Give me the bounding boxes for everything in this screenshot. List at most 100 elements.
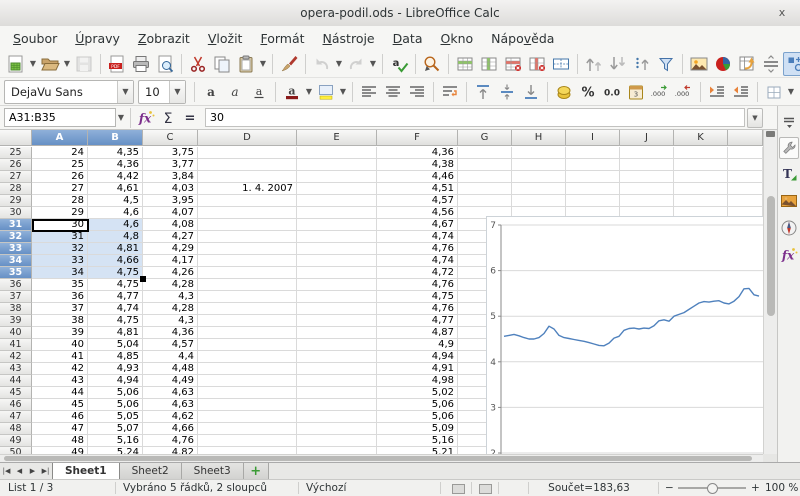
row-header-39[interactable]: 39 bbox=[0, 315, 32, 327]
cell-C29[interactable]: 3,95 bbox=[143, 195, 198, 207]
cell-A34[interactable]: 33 bbox=[32, 255, 88, 267]
new-document-button[interactable] bbox=[4, 52, 28, 76]
cell-L29[interactable] bbox=[728, 195, 763, 207]
center-vertically-button[interactable] bbox=[495, 80, 519, 104]
tab-nav-next-button[interactable]: ▶ bbox=[26, 463, 39, 479]
cell-C42[interactable]: 4,4 bbox=[143, 351, 198, 363]
menu-vložit[interactable]: Vložit bbox=[199, 28, 252, 49]
insert-chart-button[interactable] bbox=[711, 52, 735, 76]
cell-E31[interactable] bbox=[297, 219, 377, 231]
align-right-button[interactable] bbox=[405, 80, 429, 104]
sheet-tab-sheet1[interactable]: Sheet1 bbox=[52, 463, 120, 479]
cell-C31[interactable]: 4,08 bbox=[143, 219, 198, 231]
signature-status-icon[interactable] bbox=[479, 484, 492, 494]
insert-column-button[interactable] bbox=[477, 52, 501, 76]
spelling-button[interactable]: a bbox=[387, 52, 411, 76]
menu-soubor[interactable]: Soubor bbox=[4, 28, 66, 49]
insert-image-button[interactable] bbox=[687, 52, 711, 76]
sidebar-navigator-button[interactable] bbox=[779, 216, 799, 240]
cell-J27[interactable] bbox=[620, 171, 674, 183]
cell-E43[interactable] bbox=[297, 363, 377, 375]
row-header-45[interactable]: 45 bbox=[0, 387, 32, 399]
insert-mode-icon[interactable] bbox=[452, 484, 465, 494]
name-box-dropdown-icon[interactable]: ▼ bbox=[116, 106, 126, 130]
cell-D33[interactable] bbox=[198, 243, 297, 255]
cell-D28[interactable]: 1. 4. 2007 bbox=[198, 183, 297, 195]
highlight-color-button[interactable] bbox=[314, 80, 338, 104]
cell-C37[interactable]: 4,3 bbox=[143, 291, 198, 303]
cell-F50[interactable]: 5,21 bbox=[377, 447, 458, 454]
cell-B41[interactable]: 5,04 bbox=[88, 339, 143, 351]
horizontal-scrollbar-thumb[interactable] bbox=[4, 456, 752, 461]
col-header-C[interactable]: C bbox=[143, 130, 198, 146]
cell-A36[interactable]: 35 bbox=[32, 279, 88, 291]
cell-F45[interactable]: 5,02 bbox=[377, 387, 458, 399]
menu-formát[interactable]: Formát bbox=[251, 28, 313, 49]
cell-F37[interactable]: 4,75 bbox=[377, 291, 458, 303]
cell-C25[interactable]: 3,75 bbox=[143, 147, 198, 159]
redo-button[interactable] bbox=[344, 52, 368, 76]
font-size-combobox[interactable]: 10▼ bbox=[138, 80, 186, 104]
draw-functions-button[interactable] bbox=[783, 52, 800, 76]
cell-A46[interactable]: 45 bbox=[32, 399, 88, 411]
cell-A39[interactable]: 38 bbox=[32, 315, 88, 327]
cell-C36[interactable]: 4,28 bbox=[143, 279, 198, 291]
borders-button[interactable] bbox=[762, 80, 786, 104]
cell-H25[interactable] bbox=[512, 147, 566, 159]
cell-G25[interactable] bbox=[458, 147, 512, 159]
add-decimal-button[interactable]: .000 bbox=[648, 80, 672, 104]
row-header-49[interactable]: 49 bbox=[0, 435, 32, 447]
sidebar-properties-button[interactable] bbox=[779, 137, 799, 159]
cell-B25[interactable]: 4,35 bbox=[88, 147, 143, 159]
cell-C34[interactable]: 4,17 bbox=[143, 255, 198, 267]
cell-D27[interactable] bbox=[198, 171, 297, 183]
row-header-42[interactable]: 42 bbox=[0, 351, 32, 363]
cell-B44[interactable]: 4,94 bbox=[88, 375, 143, 387]
cell-F30[interactable]: 4,56 bbox=[377, 207, 458, 219]
cell-J25[interactable] bbox=[620, 147, 674, 159]
horizontal-scrollbar[interactable] bbox=[0, 454, 763, 462]
row-header-30[interactable]: 30 bbox=[0, 207, 32, 219]
cell-A48[interactable]: 47 bbox=[32, 423, 88, 435]
cell-F44[interactable]: 4,98 bbox=[377, 375, 458, 387]
copy-button[interactable] bbox=[210, 52, 234, 76]
delete-column-button[interactable] bbox=[525, 52, 549, 76]
cell-B45[interactable]: 5,06 bbox=[88, 387, 143, 399]
increase-indent-button[interactable] bbox=[705, 80, 729, 104]
sort-ascending-button[interactable] bbox=[582, 52, 606, 76]
cell-K25[interactable] bbox=[674, 147, 728, 159]
paste-button[interactable] bbox=[234, 52, 258, 76]
add-sheet-button[interactable]: + bbox=[244, 463, 269, 479]
cell-E45[interactable] bbox=[297, 387, 377, 399]
col-header-I[interactable]: I bbox=[566, 130, 620, 146]
cell-F34[interactable]: 4,74 bbox=[377, 255, 458, 267]
row-header-34[interactable]: 34 bbox=[0, 255, 32, 267]
format-currency-button[interactable] bbox=[552, 80, 576, 104]
col-header-D[interactable]: D bbox=[198, 130, 297, 146]
cell-C49[interactable]: 4,76 bbox=[143, 435, 198, 447]
split-window-handle[interactable] bbox=[766, 131, 775, 137]
cell-L25[interactable] bbox=[728, 147, 763, 159]
cell-E35[interactable] bbox=[297, 267, 377, 279]
cell-A47[interactable]: 46 bbox=[32, 411, 88, 423]
cell-B30[interactable]: 4,6 bbox=[88, 207, 143, 219]
cell-E32[interactable] bbox=[297, 231, 377, 243]
cell-C28[interactable]: 4,03 bbox=[143, 183, 198, 195]
cell-E28[interactable] bbox=[297, 183, 377, 195]
cell-B34[interactable]: 4,66 bbox=[88, 255, 143, 267]
sum-button[interactable]: Σ bbox=[157, 107, 179, 129]
col-header-H[interactable]: H bbox=[512, 130, 566, 146]
cell-G27[interactable] bbox=[458, 171, 512, 183]
cell-B48[interactable]: 5,07 bbox=[88, 423, 143, 435]
col-header-A[interactable]: A bbox=[32, 130, 88, 146]
cell-F25[interactable]: 4,36 bbox=[377, 147, 458, 159]
name-box[interactable] bbox=[4, 108, 116, 127]
cell-E42[interactable] bbox=[297, 351, 377, 363]
cell-B28[interactable]: 4,61 bbox=[88, 183, 143, 195]
cell-B37[interactable]: 4,77 bbox=[88, 291, 143, 303]
vertical-scrollbar[interactable] bbox=[763, 130, 777, 454]
cell-E33[interactable] bbox=[297, 243, 377, 255]
export-pdf-button[interactable]: PDF bbox=[105, 52, 129, 76]
cell-B35[interactable]: 4,75 bbox=[88, 267, 143, 279]
row-header-36[interactable]: 36 bbox=[0, 279, 32, 291]
